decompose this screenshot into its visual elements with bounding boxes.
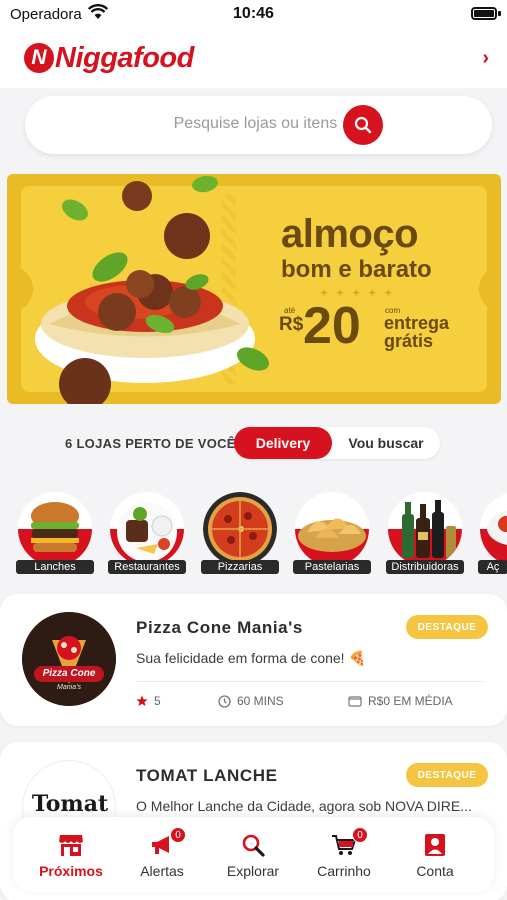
- banner-headline: almoço: [281, 212, 419, 256]
- plate-icon: [110, 492, 184, 566]
- chevron-right-icon[interactable]: ›: [482, 47, 489, 70]
- tab-proximos[interactable]: Próximos: [25, 829, 117, 887]
- banner-currency: R$: [279, 314, 304, 335]
- delivery-mode-toggle[interactable]: Delivery Vou buscar: [234, 427, 440, 459]
- featured-badge: DESTAQUE: [406, 615, 488, 639]
- banner-delivery-text: entrega grátis: [384, 313, 450, 351]
- pastry-icon: [295, 492, 369, 566]
- store-logo-text: Pizza Cone: [42, 668, 96, 679]
- store-delivery-time: 60 MINS: [218, 694, 284, 708]
- brand-logo[interactable]: N Niggafood: [24, 40, 194, 76]
- star-icon: [136, 695, 148, 706]
- burger-icon: [18, 492, 92, 566]
- store-name: Pizza Cone Mania's: [136, 618, 303, 637]
- bottles-icon: [388, 492, 462, 566]
- logo-mark-icon: N: [24, 43, 54, 73]
- store-description: O Melhor Lanche da Cidade, agora sob NOV…: [136, 798, 472, 814]
- brand-name: Niggafood: [55, 41, 194, 74]
- category-label: Pastelarias: [293, 560, 371, 574]
- battery-tip: [498, 11, 501, 16]
- tab-explorar[interactable]: Explorar: [207, 829, 299, 887]
- wallet-icon: [348, 696, 362, 707]
- tab-carrinho[interactable]: 0 Carrinho: [298, 827, 390, 887]
- promo-banner[interactable]: almoço bom e barato ✦✦✦✦✦ até R$ 20 com …: [7, 174, 501, 404]
- user-icon: [420, 831, 450, 859]
- search-icon: [238, 831, 268, 859]
- tab-label: Carrinho: [317, 863, 371, 879]
- tab-conta[interactable]: Conta: [389, 829, 481, 887]
- stores-filter-row: 6 LOJAS PERTO DE VOCÊ Delivery Vou busca…: [0, 426, 507, 460]
- clock: 10:46: [233, 5, 274, 22]
- featured-badge: DESTAQUE: [406, 763, 488, 787]
- search-bar[interactable]: Pesquise lojas ou itens ...: [25, 96, 492, 154]
- category-carousel[interactable]: Lanches Restaurantes Pizzarias Pastelari…: [0, 486, 507, 578]
- search-button[interactable]: [343, 105, 383, 145]
- tab-label: Explorar: [226, 863, 280, 879]
- banner-price: 20: [303, 297, 361, 355]
- spaghetti-illustration: [35, 175, 269, 404]
- category-acai[interactable]: Aç: [478, 486, 507, 578]
- tab-label: Conta: [416, 863, 454, 879]
- category-label: Restaurantes: [108, 560, 186, 574]
- store-logo-text: Tomat: [31, 791, 109, 817]
- notification-count-badge: 0: [170, 827, 186, 843]
- store-name: TOMAT LANCHE: [136, 766, 278, 785]
- divider: [136, 681, 484, 682]
- store-rating: 5: [136, 694, 161, 708]
- pizza-icon: [203, 492, 277, 566]
- acai-icon: [480, 492, 507, 566]
- search-input[interactable]: Pesquise lojas ou itens ...: [25, 115, 355, 133]
- store-price-average: R$0 EM MÉDIA: [348, 694, 453, 708]
- category-label: Distribuidoras: [386, 560, 464, 574]
- store-description: Sua felicidade em forma de cone! 🍕: [136, 650, 366, 666]
- banner-subheadline: bom e barato: [281, 256, 432, 283]
- category-restaurantes[interactable]: Restaurantes: [108, 486, 188, 578]
- category-lanches[interactable]: Lanches: [16, 486, 96, 578]
- clock-icon: [218, 694, 231, 708]
- pickup-button[interactable]: Vou buscar: [332, 427, 440, 459]
- delivery-button[interactable]: Delivery: [234, 427, 332, 459]
- cart-count-badge: 0: [352, 827, 368, 843]
- category-label: Aç: [478, 560, 507, 574]
- store-icon: [56, 831, 86, 859]
- category-label: Pizzarias: [201, 560, 279, 574]
- status-bar: Operadora 10:46: [0, 0, 507, 30]
- bottom-tab-bar: Próximos 0 Alertas Explorar 0 Carrinho C…: [13, 817, 494, 892]
- store-logo-subtext: Mania's: [57, 684, 81, 691]
- store-card[interactable]: Pizza Cone Mania's Pizza Cone Mania's DE…: [0, 594, 507, 726]
- category-pizzarias[interactable]: Pizzarias: [201, 486, 281, 578]
- tab-label: Próximos: [39, 863, 103, 879]
- app-header: N Niggafood ›: [0, 30, 507, 88]
- search-icon: [354, 116, 372, 134]
- store-logo: Pizza Cone Mania's: [22, 612, 116, 706]
- category-distribuidoras[interactable]: Distribuidoras: [386, 486, 466, 578]
- tab-alertas[interactable]: 0 Alertas: [116, 827, 208, 887]
- tab-label: Alertas: [140, 863, 184, 879]
- category-pastelarias[interactable]: Pastelarias: [293, 486, 373, 578]
- battery-icon: [471, 7, 497, 20]
- category-label: Lanches: [16, 560, 94, 574]
- stores-count: 6 LOJAS PERTO DE VOCÊ: [65, 436, 236, 451]
